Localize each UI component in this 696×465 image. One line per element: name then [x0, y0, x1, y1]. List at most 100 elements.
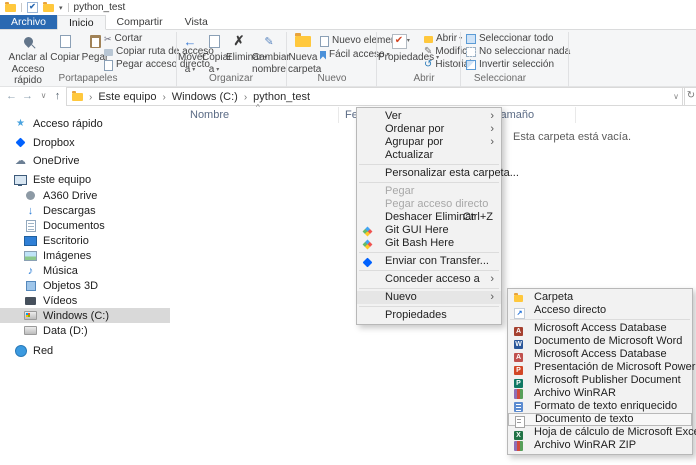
new-submenu: Carpeta Acceso directo AMicrosoft Access… [507, 288, 693, 455]
computer-icon [14, 175, 27, 185]
menu-item-deshacer-eliminar[interactable]: Deshacer EliminarCtrl+Z [357, 211, 501, 224]
menu-divider [359, 288, 499, 289]
winrar-zip-icon [514, 441, 523, 451]
easy-access-icon [320, 51, 326, 60]
tab-archivo[interactable]: Archivo [0, 15, 57, 29]
divider [68, 3, 69, 12]
qat-properties-button[interactable] [27, 2, 38, 13]
menu-item-actualizar[interactable]: Actualizar [357, 149, 501, 162]
menu-item-nuevo[interactable]: Nuevo [357, 291, 501, 304]
column-header-nombre[interactable]: Nombre [190, 109, 229, 121]
data-drive-icon [24, 326, 37, 335]
sidebar-item-data-d[interactable]: Data (D:) [0, 323, 170, 338]
empty-folder-message: Esta carpeta está vacía. [513, 131, 631, 143]
submenu-item-rich-text-format[interactable]: Formato de texto enriquecido [508, 400, 692, 413]
up-button[interactable]: ↑ [50, 87, 65, 105]
open-button[interactable]: Abrir [424, 33, 462, 45]
tab-vista[interactable]: Vista [174, 15, 219, 29]
onedrive-cloud-icon [14, 154, 27, 167]
qat-customize-caret-icon[interactable] [59, 4, 63, 12]
submenu-item-access-database-1[interactable]: AMicrosoft Access Database [508, 322, 692, 335]
menu-item-git-gui-here[interactable]: Git GUI Here [357, 224, 501, 237]
address-dropdown-caret-icon[interactable]: ∨ [673, 92, 679, 101]
sidebar-item-este-equipo[interactable]: Este equipo [0, 172, 170, 187]
address-bar-row: ← → ∨ ↑ Este equipo Windows (C:) python_… [0, 87, 696, 106]
select-none-icon [466, 47, 476, 57]
submenu-item-text-document[interactable]: Documento de texto [508, 413, 692, 426]
submenu-item-word-document[interactable]: WDocumento de Microsoft Word [508, 335, 692, 348]
menu-item-conceder-acceso-a[interactable]: Conceder acceso a [357, 273, 501, 286]
sidebar-item-escritorio[interactable]: Escritorio [0, 233, 170, 248]
menu-item-ver[interactable]: Ver [357, 110, 501, 123]
properties-icon [392, 34, 407, 49]
move-arrow-icon [184, 34, 197, 49]
submenu-item-excel-spreadsheet[interactable]: XHoja de cálculo de Microsoft Excel [508, 426, 692, 439]
downloads-arrow-icon [24, 205, 37, 217]
window-title: python_test [74, 2, 126, 13]
menu-divider [359, 252, 499, 253]
menu-item-agrupar-por[interactable]: Agrupar por [357, 136, 501, 149]
sidebar-item-imagenes[interactable]: Imágenes [0, 248, 170, 263]
invert-selection-button[interactable]: Invertir selección [466, 59, 554, 71]
menu-item-pegar-acceso-directo[interactable]: Pegar acceso directo [357, 198, 501, 211]
sidebar-item-red[interactable]: Red [0, 343, 170, 358]
submenu-item-acceso-directo[interactable]: Acceso directo [508, 304, 692, 317]
menu-item-ordenar-por[interactable]: Ordenar por [357, 123, 501, 136]
recent-locations-caret-icon[interactable]: ∨ [36, 87, 51, 105]
address-box[interactable]: Este equipo Windows (C:) python_test ∨ [66, 87, 685, 106]
windows-drive-icon [24, 311, 37, 320]
submenu-item-access-database-2[interactable]: AMicrosoft Access Database [508, 348, 692, 361]
forward-button[interactable]: → [20, 87, 35, 105]
menu-divider [359, 182, 499, 183]
menu-divider [510, 319, 690, 320]
menu-item-pegar[interactable]: Pegar [357, 185, 501, 198]
sidebar-item-dropbox[interactable]: Dropbox [0, 135, 170, 150]
tab-inicio[interactable]: Inicio [57, 15, 106, 30]
submenu-item-carpeta[interactable]: Carpeta [508, 291, 692, 304]
tab-compartir[interactable]: Compartir [106, 15, 174, 29]
submenu-item-publisher-document[interactable]: PMicrosoft Publisher Document [508, 374, 692, 387]
a360-drive-icon [26, 191, 35, 200]
cut-button[interactable]: Cortar [104, 33, 142, 45]
shortcut-label: Ctrl+Z [463, 211, 493, 224]
sidebar-item-videos[interactable]: Vídeos [0, 293, 170, 308]
menu-item-enviar-con-transfer[interactable]: Enviar con Transfer... [357, 255, 501, 268]
menu-item-propiedades[interactable]: Propiedades [357, 309, 501, 322]
copy-path-icon [104, 49, 113, 56]
menu-item-personalizar[interactable]: Personalizar esta carpeta... [357, 167, 501, 180]
shortcut-icon [514, 308, 525, 319]
sidebar-item-a360-drive[interactable]: A360 Drive [0, 188, 170, 203]
breadcrumb-windows-c[interactable]: Windows (C:) [156, 91, 237, 103]
back-button[interactable]: ← [4, 87, 19, 105]
breadcrumb-python-test[interactable]: python_test [238, 91, 310, 103]
sidebar-item-windows-c[interactable]: Windows (C:) [0, 308, 170, 323]
submenu-item-winrar-archive[interactable]: Archivo WinRAR [508, 387, 692, 400]
sidebar-item-objetos-3d[interactable]: Objetos 3D [0, 278, 170, 293]
group-label-nuevo: Nuevo [288, 73, 376, 84]
pin-icon [22, 35, 35, 48]
pictures-icon [24, 251, 37, 261]
refresh-button[interactable]: ↻ [682, 87, 696, 106]
group-label-seleccionar: Seleccionar [450, 73, 550, 84]
group-label-organizar: Organizar [178, 73, 284, 84]
menu-divider [359, 270, 499, 271]
sidebar-item-descargas[interactable]: Descargas [0, 203, 170, 218]
qat-new-folder-button[interactable] [43, 4, 54, 12]
submenu-item-powerpoint-presentation[interactable]: PPresentación de Microsoft PowerPoint [508, 361, 692, 374]
history-button[interactable]: Historial [424, 59, 472, 71]
new-item-icon [320, 36, 329, 47]
sidebar-item-onedrive[interactable]: OneDrive [0, 153, 170, 168]
ribbon: Anclar al Acceso rápido Copiar Pegar Cor… [0, 30, 696, 87]
select-none-button[interactable]: No seleccionar nada [466, 46, 570, 58]
submenu-item-winrar-zip-archive[interactable]: Archivo WinRAR ZIP [508, 439, 692, 452]
sidebar-item-acceso-rapido[interactable]: Acceso rápido [0, 116, 170, 131]
breadcrumb-este-equipo[interactable]: Este equipo [83, 91, 156, 103]
copy-icon [60, 35, 71, 48]
menu-item-git-bash-here[interactable]: Git Bash Here [357, 237, 501, 250]
select-all-button[interactable]: Seleccionar todo [466, 33, 554, 45]
sidebar-item-musica[interactable]: Música [0, 263, 170, 278]
group-label-portapapeles: Portapapeles [0, 73, 176, 84]
select-all-icon [466, 34, 476, 44]
sidebar-item-documentos[interactable]: Documentos [0, 218, 170, 233]
desktop-icon [24, 236, 37, 246]
